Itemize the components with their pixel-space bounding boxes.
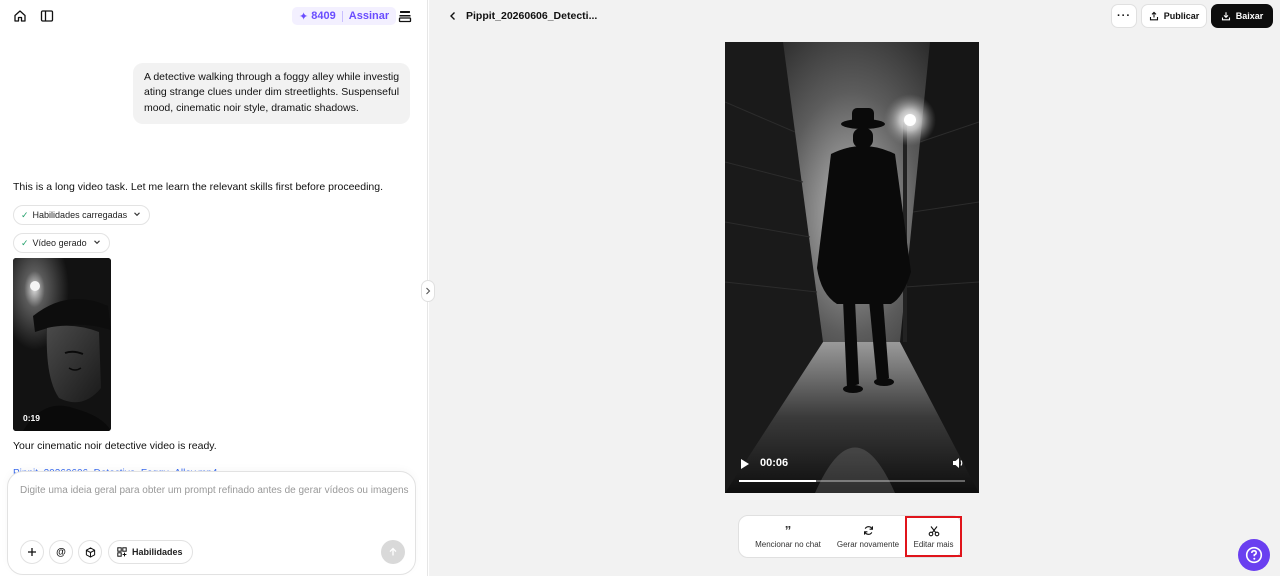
subscribe-link[interactable]: Assinar	[349, 10, 389, 22]
refresh-icon	[863, 524, 874, 537]
file-name: Pippit_20260606_Detecti...	[466, 10, 598, 22]
progress-bar[interactable]	[739, 480, 965, 482]
mention-label: Mencionar no chat	[755, 540, 821, 549]
prompt-composer[interactable]: Digite uma ideia geral para obter um pro…	[7, 471, 416, 575]
sparkle-icon: ✦	[299, 10, 312, 23]
chevron-right-icon	[426, 287, 431, 295]
download-button[interactable]: Baixar	[1211, 4, 1273, 28]
regenerate-label: Gerar novamente	[836, 540, 900, 549]
detective-closeup-image	[13, 258, 111, 431]
credits-badge[interactable]: ✦ 8409 Assinar	[292, 7, 397, 25]
download-icon	[1221, 12, 1230, 21]
download-label: Baixar	[1235, 11, 1264, 21]
mention-in-chat-button[interactable]: ” Mencionar no chat	[747, 516, 829, 557]
chevron-down-icon	[133, 210, 141, 220]
send-button[interactable]	[381, 540, 405, 564]
progress-fill	[739, 480, 816, 482]
divider	[341, 10, 343, 22]
action-bar: ” Mencionar no chat Gerar novamente Edit…	[738, 515, 962, 558]
ready-message: Your cinematic noir detective video is r…	[13, 440, 217, 452]
check-icon: ✓	[21, 209, 29, 220]
quote-icon: ”	[784, 523, 792, 538]
publish-button[interactable]: Publicar	[1141, 4, 1207, 28]
stack-menu-icon[interactable]	[395, 6, 415, 26]
video-duration: 0:19	[23, 413, 41, 423]
skills-button[interactable]: Habilidades	[108, 540, 193, 564]
chat-panel: ✦ 8409 Assinar A detective walking throu…	[0, 0, 428, 576]
video-thumbnail[interactable]: 0:19	[13, 258, 111, 431]
chevron-down-icon	[93, 238, 101, 248]
video-player[interactable]: 00:06	[725, 42, 979, 493]
pill-label: Habilidades carregadas	[32, 210, 128, 220]
grid-icon	[117, 547, 127, 557]
skills-loaded-pill[interactable]: ✓ Habilidades carregadas	[13, 205, 151, 225]
share-icon	[1149, 11, 1158, 21]
detective-alley-frame	[725, 42, 979, 493]
volume-icon[interactable]	[951, 456, 965, 470]
edit-more-button[interactable]: Editar mais	[905, 516, 962, 557]
current-time: 00:06	[760, 457, 789, 469]
sidebar-toggle-icon[interactable]	[37, 6, 57, 26]
regenerate-button[interactable]: Gerar novamente	[833, 516, 903, 557]
mention-icon[interactable]: @	[49, 540, 73, 564]
more-options-button[interactable]: ···	[1111, 4, 1137, 28]
user-message-bubble: A detective walking through a foggy alle…	[133, 63, 410, 124]
assistant-intro-text: This is a long video task. Let me learn …	[13, 181, 384, 193]
help-button[interactable]	[1238, 539, 1270, 571]
edit-more-label: Editar mais	[913, 540, 954, 549]
panel-collapse-button[interactable]	[421, 280, 435, 302]
cube-icon[interactable]	[78, 540, 102, 564]
play-icon[interactable]	[739, 457, 751, 469]
question-icon	[1245, 546, 1263, 564]
home-icon[interactable]	[10, 6, 30, 26]
video-generated-pill[interactable]: ✓ Vídeo gerado	[13, 233, 110, 253]
scissors-icon	[928, 524, 940, 537]
check-icon: ✓	[21, 237, 29, 248]
publish-label: Publicar	[1163, 11, 1200, 21]
back-button[interactable]	[443, 6, 463, 26]
ellipsis-icon: ···	[1117, 9, 1131, 22]
add-icon[interactable]	[20, 540, 44, 564]
chevron-left-icon	[450, 12, 455, 20]
credits-count: 8409	[311, 10, 336, 22]
chat-topbar: ✦ 8409 Assinar	[0, 0, 427, 32]
pill-label: Vídeo gerado	[32, 238, 87, 248]
preview-panel: Pippit_20260606_Detecti... ··· Publicar …	[429, 0, 1280, 576]
arrow-up-icon	[389, 547, 397, 556]
skills-label: Habilidades	[132, 547, 183, 557]
prompt-input-placeholder[interactable]: Digite uma ideia geral para obter um pro…	[20, 485, 409, 496]
